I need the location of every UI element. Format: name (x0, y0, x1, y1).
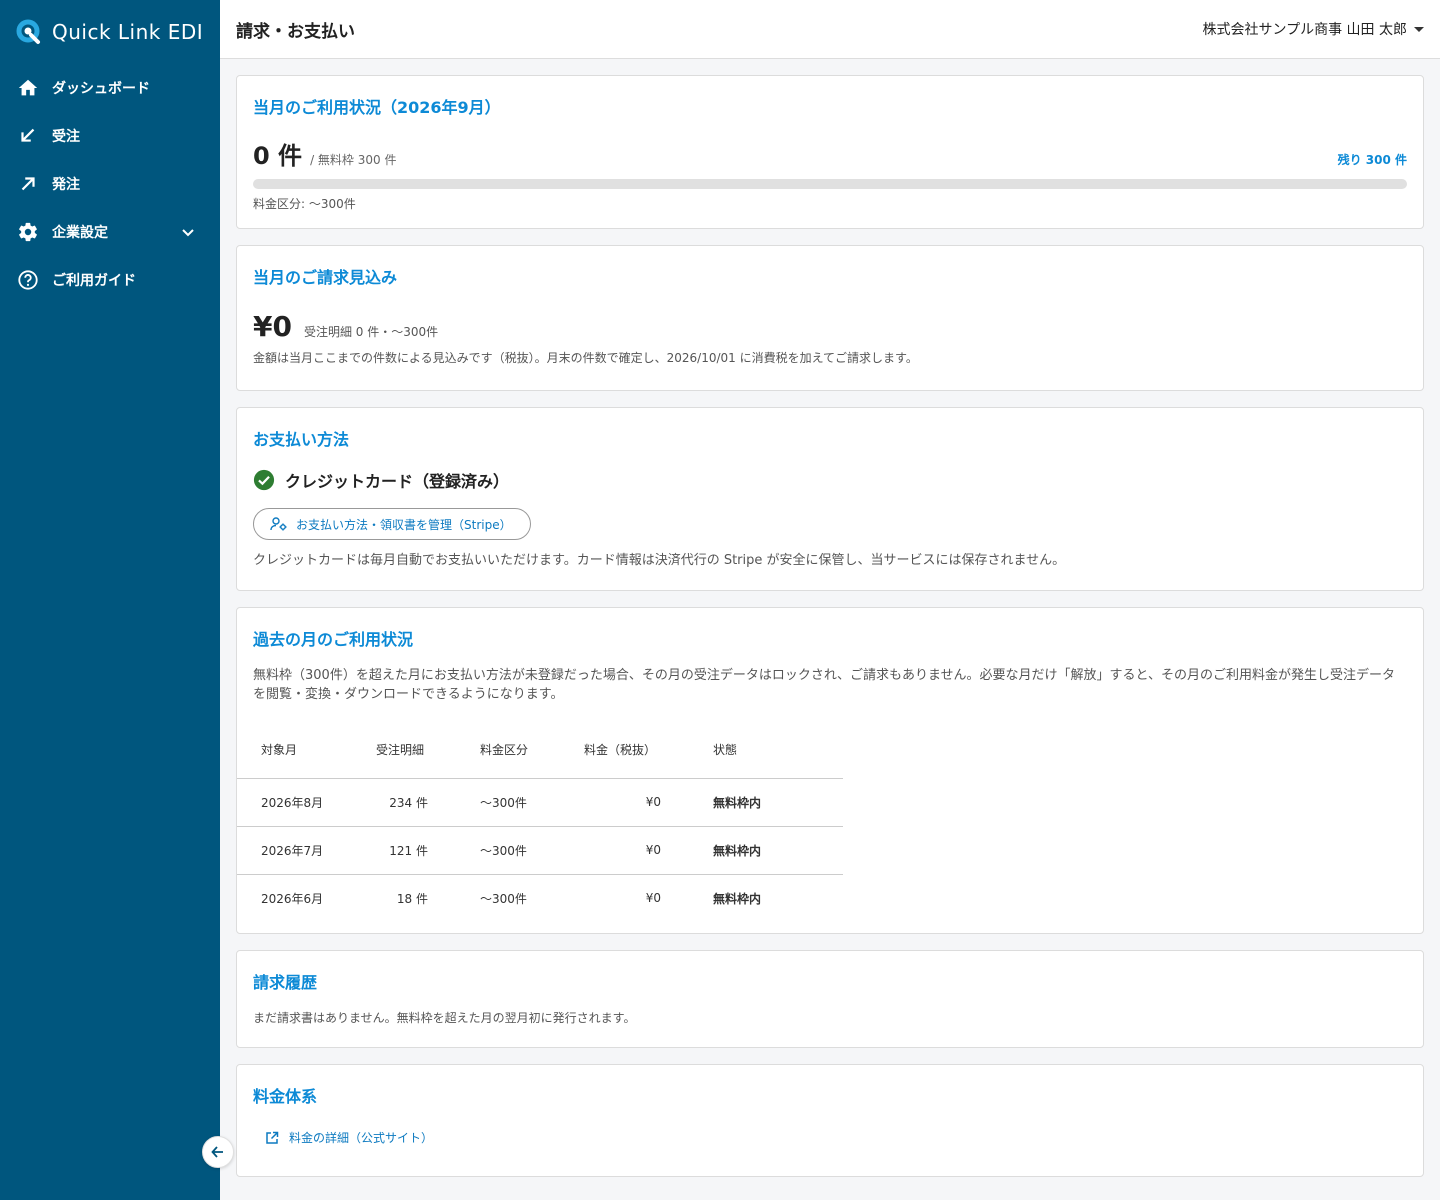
payment-status-label: クレジットカード（登録済み） (285, 472, 510, 491)
user-menu[interactable]: 株式会社サンプル商事 山田 太郎 (1203, 19, 1424, 39)
row-count: 121 件 (352, 826, 456, 875)
check-circle-icon (253, 469, 275, 491)
main-content: 当月のご利用状況（2026年9月） 0 件 / 無料枠 300 件 残り 300… (236, 75, 1424, 1193)
user-name: 株式会社サンプル商事 山田 太郎 (1202, 22, 1407, 38)
invoice-history-empty: まだ請求書はありません。無料枠を超えた月の翌月初に発行されます。 (253, 1011, 636, 1025)
history-table: 対象月 受注明細 料金区分 料金（税抜） 状態 2026年8月 234 件 〜3… (237, 722, 843, 922)
history-card: 過去の月のご利用状況 無料枠（300件）を超えた月にお支払い方法が未登録だった場… (236, 607, 1424, 934)
payment-status: クレジットカード（登録済み） (253, 468, 1407, 492)
row-fee: ¥0 (560, 778, 689, 827)
row-status: 無料枠内 (689, 826, 843, 875)
arrow-left-icon (211, 1146, 223, 1158)
usage-title: 当月のご利用状況（2026年9月） (253, 98, 501, 117)
pricing-link[interactable]: 料金の詳細（公式サイト） (265, 1129, 1407, 1146)
usage-row: 0 件 / 無料枠 300 件 残り 300 件 (253, 136, 1407, 171)
row-fee: ¥0 (645, 891, 661, 906)
invoice-history-title: 請求履歴 (253, 973, 318, 992)
usage-tier: 料金区分: 〜300件 (253, 197, 356, 211)
estimate-title: 当月のご請求見込み (253, 268, 398, 287)
estimate-note: 金額は当月ここまでの件数による見込みです（税抜）。月末の件数で確定し、2026/… (253, 351, 918, 365)
estimate-amount: ¥0 (253, 310, 292, 343)
caret-down-icon (1414, 26, 1424, 32)
row-tier: 〜300件 (456, 826, 560, 875)
sidebar-item-label: 受注 (52, 129, 80, 145)
row-count: 18 件 (396, 891, 428, 906)
table-row: 2026年8月 234 件 〜300件 ¥0 無料枠内 (237, 778, 843, 827)
sidebar-item-orders-received[interactable]: 受注 (0, 112, 220, 160)
invoice-history-card: 請求履歴 まだ請求書はありません。無料枠を超えた月の翌月初に発行されます。 (236, 950, 1424, 1048)
usage-remaining: 残り 300 件 (1337, 153, 1407, 167)
table-row: 2026年6月 18 件 〜300件 ¥0 無料枠内 (237, 874, 843, 922)
payment-title: お支払い方法 (253, 430, 350, 449)
sidebar-item-company-settings[interactable]: 企業設定 (0, 208, 220, 256)
sidebar-item-label: ダッシュボード (52, 81, 150, 97)
estimate-card: 当月のご請求見込み ¥0 受注明細 0 件・〜300件 金額は当月ここまでの件数… (236, 245, 1424, 391)
user-settings-icon (270, 517, 287, 531)
sidebar-item-label: 企業設定 (52, 225, 108, 241)
row-tier: 〜300件 (456, 778, 560, 827)
usage-card: 当月のご利用状況（2026年9月） 0 件 / 無料枠 300 件 残り 300… (236, 75, 1424, 229)
row-tier: 〜300件 (480, 891, 527, 906)
help-icon (16, 268, 40, 292)
col-count: 受注明細 (352, 722, 456, 779)
usage-quota: / 無料枠 300 件 (310, 153, 397, 167)
usage-count: 0 件 (253, 142, 303, 170)
arrow-down-left-icon (16, 124, 40, 148)
table-header-row: 対象月 受注明細 料金区分 料金（税抜） 状態 (237, 722, 843, 779)
table-row: 2026年7月 121 件 〜300件 ¥0 無料枠内 (237, 826, 843, 875)
col-month: 対象月 (237, 722, 352, 779)
chevron-down-icon (182, 229, 194, 237)
sidebar-collapse-button[interactable] (202, 1136, 234, 1168)
sidebar-item-label: ご利用ガイド (52, 273, 136, 289)
arrow-up-right-icon (16, 172, 40, 196)
row-count: 234 件 (352, 778, 456, 827)
app-logo[interactable]: Quick Link EDI (0, 0, 220, 64)
row-month: 2026年6月 (261, 891, 324, 906)
sidebar-item-guide[interactable]: ご利用ガイド (0, 256, 220, 304)
row-fee: ¥0 (560, 826, 689, 875)
row-month: 2026年8月 (237, 778, 352, 827)
col-tier: 料金区分 (456, 722, 560, 779)
pricing-link-label: 料金の詳細（公式サイト） (289, 1131, 434, 1145)
app-name: Quick Link EDI (52, 20, 204, 44)
logo-icon (16, 19, 40, 44)
usage-progress-bar (253, 179, 1407, 189)
manage-payment-label: お支払い方法・領収書を管理（Stripe） (296, 517, 512, 532)
sidebar-item-dashboard[interactable]: ダッシュボード (0, 64, 220, 112)
col-status: 状態 (689, 722, 843, 779)
gear-icon (16, 220, 40, 244)
estimate-detail: 受注明細 0 件・〜300件 (303, 325, 439, 339)
history-description: 無料枠（300件）を超えた月にお支払い方法が未登録だった場合、その月の受注データ… (253, 668, 1396, 702)
sidebar-nav: ダッシュボード 受注 発注 企業設定 ご利用ガイド (0, 64, 220, 304)
page-title: 請求・お支払い (236, 21, 355, 42)
sidebar-item-label: 発注 (52, 177, 80, 193)
row-month: 2026年7月 (237, 826, 352, 875)
page-header: 請求・お支払い 株式会社サンプル商事 山田 太郎 (220, 0, 1440, 59)
col-fee: 料金（税抜） (560, 722, 689, 779)
row-status: 無料枠内 (689, 778, 843, 827)
manage-payment-button[interactable]: お支払い方法・領収書を管理（Stripe） (253, 508, 531, 540)
pricing-title: 料金体系 (253, 1087, 318, 1106)
estimate-amount-row: ¥0 受注明細 0 件・〜300件 (253, 310, 1407, 343)
sidebar: Quick Link EDI ダッシュボード 受注 発注 企業設定 ご利用ガイド (0, 0, 220, 1200)
pricing-card: 料金体系 料金の詳細（公式サイト） (236, 1064, 1424, 1177)
home-icon (16, 76, 40, 100)
external-link-icon (266, 1131, 279, 1144)
row-status: 無料枠内 (713, 891, 762, 906)
payment-note: クレジットカードは毎月自動でお支払いいただけます。カード情報は決済代行の Str… (253, 553, 1066, 568)
history-title: 過去の月のご利用状況 (253, 630, 414, 649)
payment-card: お支払い方法 クレジットカード（登録済み） お支払い方法・領収書を管理（Stri… (236, 407, 1424, 591)
sidebar-item-orders-placed[interactable]: 発注 (0, 160, 220, 208)
